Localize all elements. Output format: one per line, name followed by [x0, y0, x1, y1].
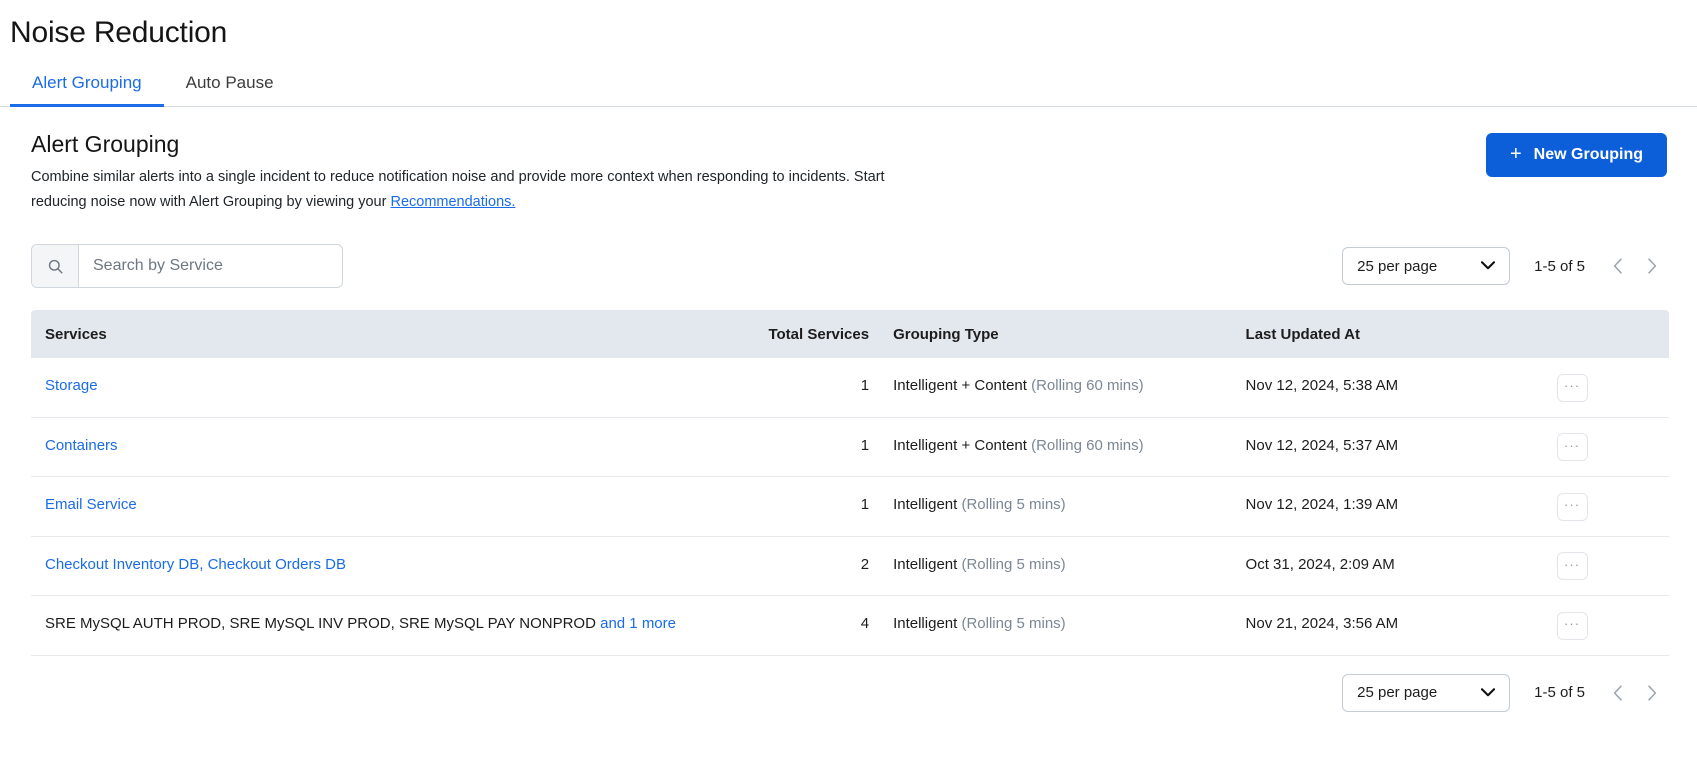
- row-actions-menu-button[interactable]: ···: [1557, 493, 1588, 521]
- bottom-pagination-controls: 25 per page 1-5 of 5: [1342, 674, 1669, 712]
- grouping-type-value: Intelligent: [893, 556, 957, 573]
- cell-services: Containers: [31, 417, 736, 477]
- range-label-top: 1-5 of 5: [1534, 258, 1585, 275]
- plus-icon: +: [1510, 144, 1522, 164]
- cell-actions: ···: [1545, 417, 1669, 477]
- next-page-button-top[interactable]: [1635, 249, 1669, 283]
- table-row: Storage 1 Intelligent + Content (Rolling…: [31, 358, 1669, 417]
- section-description: Combine similar alerts into a single inc…: [31, 165, 891, 215]
- cell-actions: ···: [1545, 477, 1669, 537]
- table-body: Storage 1 Intelligent + Content (Rolling…: [31, 358, 1669, 655]
- service-link[interactable]: Email Service: [45, 496, 137, 513]
- cell-total-services: 4: [736, 596, 881, 656]
- main-content: Alert Grouping Combine similar alerts in…: [0, 107, 1697, 712]
- grouping-window-value: (Rolling 5 mins): [961, 556, 1065, 573]
- table-row: Checkout Inventory DB, Checkout Orders D…: [31, 536, 1669, 596]
- new-grouping-label: New Grouping: [1534, 146, 1643, 164]
- top-pagination: 25 per page 1-5 of 5: [1342, 247, 1669, 285]
- tab-auto-pause[interactable]: Auto Pause: [164, 68, 296, 106]
- search-input[interactable]: [79, 245, 342, 287]
- new-grouping-button[interactable]: + New Grouping: [1486, 133, 1667, 177]
- cell-last-updated: Nov 12, 2024, 1:39 AM: [1234, 477, 1545, 537]
- grouping-window-value: (Rolling 5 mins): [961, 496, 1065, 513]
- service-link[interactable]: Storage: [45, 377, 98, 394]
- bottom-pagination: 25 per page 1-5 of 5: [31, 674, 1669, 712]
- and-more-link[interactable]: and 1 more: [600, 615, 676, 632]
- tab-alert-grouping-label: Alert Grouping: [32, 73, 142, 92]
- cell-services: SRE MySQL AUTH PROD, SRE MySQL INV PROD,…: [31, 596, 736, 656]
- section-header-text: Alert Grouping Combine similar alerts in…: [31, 129, 891, 215]
- cell-services: Email Service: [31, 477, 736, 537]
- table-head: Services Total Services Grouping Type La…: [31, 310, 1669, 358]
- cell-actions: ···: [1545, 358, 1669, 417]
- column-header-services: Services: [31, 310, 736, 358]
- tab-bar: Alert Grouping Auto Pause: [0, 68, 1697, 107]
- cell-grouping-type: Intelligent + Content (Rolling 60 mins): [881, 417, 1233, 477]
- row-actions-menu-button[interactable]: ···: [1557, 612, 1588, 640]
- service-names-text: SRE MySQL AUTH PROD, SRE MySQL INV PROD,…: [45, 615, 600, 632]
- page-title: Noise Reduction: [10, 14, 1697, 52]
- table-toolbar: 25 per page 1-5 of 5: [31, 244, 1669, 288]
- grouping-type-value: Intelligent + Content: [893, 437, 1027, 454]
- recommendations-link[interactable]: Recommendations.: [390, 194, 515, 210]
- column-header-last-updated: Last Updated At: [1234, 310, 1545, 358]
- chevron-down-icon: [1481, 259, 1495, 273]
- prev-page-button-bottom[interactable]: [1601, 676, 1635, 710]
- grouping-window-value: (Rolling 60 mins): [1031, 377, 1144, 394]
- row-actions-menu-button[interactable]: ···: [1557, 374, 1588, 402]
- page-header: Noise Reduction: [0, 0, 1697, 52]
- table-row: Containers 1 Intelligent + Content (Roll…: [31, 417, 1669, 477]
- grouping-window-value: (Rolling 5 mins): [961, 615, 1065, 632]
- cell-last-updated: Nov 12, 2024, 5:37 AM: [1234, 417, 1545, 477]
- cell-last-updated: Oct 31, 2024, 2:09 AM: [1234, 536, 1545, 596]
- cell-services: Storage: [31, 358, 736, 417]
- cell-total-services: 1: [736, 358, 881, 417]
- cell-actions: ···: [1545, 596, 1669, 656]
- grouping-window-value: (Rolling 60 mins): [1031, 437, 1144, 454]
- row-actions-menu-button[interactable]: ···: [1557, 433, 1588, 461]
- cell-grouping-type: Intelligent + Content (Rolling 60 mins): [881, 358, 1233, 417]
- tab-auto-pause-label: Auto Pause: [186, 73, 274, 92]
- chevron-down-icon: [1481, 686, 1495, 700]
- row-actions-menu-button[interactable]: ···: [1557, 552, 1588, 580]
- cell-grouping-type: Intelligent (Rolling 5 mins): [881, 477, 1233, 537]
- alert-grouping-table: Services Total Services Grouping Type La…: [31, 310, 1669, 656]
- column-header-actions: [1545, 310, 1669, 358]
- table-row: SRE MySQL AUTH PROD, SRE MySQL INV PROD,…: [31, 596, 1669, 656]
- cell-total-services: 2: [736, 536, 881, 596]
- cell-actions: ···: [1545, 536, 1669, 596]
- table-header-row: Services Total Services Grouping Type La…: [31, 310, 1669, 358]
- service-link[interactable]: Containers: [45, 437, 118, 454]
- service-link[interactable]: Checkout Inventory DB, Checkout Orders D…: [45, 556, 346, 573]
- column-header-total-services: Total Services: [736, 310, 881, 358]
- grouping-type-value: Intelligent: [893, 615, 957, 632]
- per-page-select-bottom[interactable]: 25 per page: [1342, 674, 1510, 712]
- cell-last-updated: Nov 21, 2024, 3:56 AM: [1234, 596, 1545, 656]
- per-page-select-top[interactable]: 25 per page: [1342, 247, 1510, 285]
- cell-total-services: 1: [736, 477, 881, 537]
- search-box: [31, 244, 343, 288]
- cell-services: Checkout Inventory DB, Checkout Orders D…: [31, 536, 736, 596]
- per-page-label-bottom: 25 per page: [1357, 684, 1437, 701]
- column-header-grouping-type: Grouping Type: [881, 310, 1233, 358]
- cell-total-services: 1: [736, 417, 881, 477]
- cell-last-updated: Nov 12, 2024, 5:38 AM: [1234, 358, 1545, 417]
- section-header: Alert Grouping Combine similar alerts in…: [31, 129, 1669, 215]
- grouping-type-value: Intelligent: [893, 496, 957, 513]
- cell-grouping-type: Intelligent (Rolling 5 mins): [881, 536, 1233, 596]
- table-row: Email Service 1 Intelligent (Rolling 5 m…: [31, 477, 1669, 537]
- prev-page-button-top[interactable]: [1601, 249, 1635, 283]
- next-page-button-bottom[interactable]: [1635, 676, 1669, 710]
- per-page-label-top: 25 per page: [1357, 258, 1437, 275]
- grouping-type-value: Intelligent + Content: [893, 377, 1027, 394]
- range-label-bottom: 1-5 of 5: [1534, 684, 1585, 701]
- section-title: Alert Grouping: [31, 129, 891, 159]
- cell-grouping-type: Intelligent (Rolling 5 mins): [881, 596, 1233, 656]
- tab-alert-grouping[interactable]: Alert Grouping: [10, 68, 164, 106]
- search-icon[interactable]: [32, 245, 79, 287]
